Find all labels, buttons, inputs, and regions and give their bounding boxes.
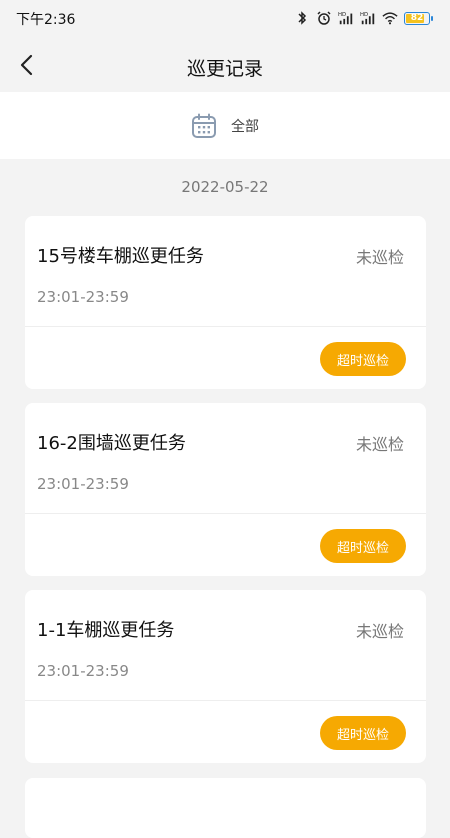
date-filter-button[interactable]: 全部 — [191, 113, 259, 139]
date-header: 2022-05-22 — [181, 178, 269, 196]
svg-text:HD: HD — [360, 12, 368, 18]
battery-icon: 82 — [404, 11, 433, 25]
status-time: 下午2:36 — [16, 12, 76, 28]
signal-hd-icon: HD — [338, 12, 353, 25]
bluetooth-icon — [298, 11, 307, 25]
battery-cap — [431, 15, 433, 21]
task-status: 未巡检 — [355, 622, 404, 641]
overdue-inspect-button[interactable]: 超时巡检 — [320, 529, 406, 563]
status-bar: 下午2:36 HD HD 82 — [0, 0, 450, 38]
overdue-inspect-button[interactable]: 超时巡检 — [320, 716, 406, 750]
alarm-icon — [317, 11, 331, 25]
task-time: 23:01-23:59 — [37, 288, 129, 306]
task-title: 16-2围墙巡更任务 — [37, 433, 186, 454]
task-status: 未巡检 — [355, 248, 404, 267]
task-title: 15号楼车棚巡更任务 — [37, 246, 204, 267]
svg-text:HD: HD — [338, 12, 346, 18]
task-card-partial[interactable] — [25, 778, 426, 838]
battery-level: 82 — [410, 12, 424, 23]
filter-bar: 全部 — [0, 92, 450, 159]
page-title: 巡更记录 — [186, 58, 263, 80]
task-card[interactable]: 1-1车棚巡更任务 未巡检 23:01-23:59 超时巡检 — [25, 590, 426, 763]
task-title: 1-1车棚巡更任务 — [37, 620, 175, 641]
overdue-inspect-button[interactable]: 超时巡检 — [320, 342, 406, 376]
task-card[interactable]: 16-2围墙巡更任务 未巡检 23:01-23:59 超时巡检 — [25, 403, 426, 576]
card-divider — [25, 513, 426, 514]
signal-hd-icon-2: HD — [360, 12, 375, 25]
task-time: 23:01-23:59 — [37, 662, 129, 680]
wifi-icon — [382, 12, 398, 25]
task-time: 23:01-23:59 — [37, 475, 129, 493]
card-divider — [25, 326, 426, 327]
calendar-icon — [192, 113, 216, 138]
task-card[interactable]: 15号楼车棚巡更任务 未巡检 23:01-23:59 超时巡检 — [25, 216, 426, 389]
card-divider — [25, 700, 426, 701]
nav-bar: 巡更记录 — [0, 38, 450, 92]
status-icons: HD HD 82 — [294, 10, 433, 26]
task-status: 未巡检 — [355, 435, 404, 454]
filter-label: 全部 — [231, 118, 259, 135]
